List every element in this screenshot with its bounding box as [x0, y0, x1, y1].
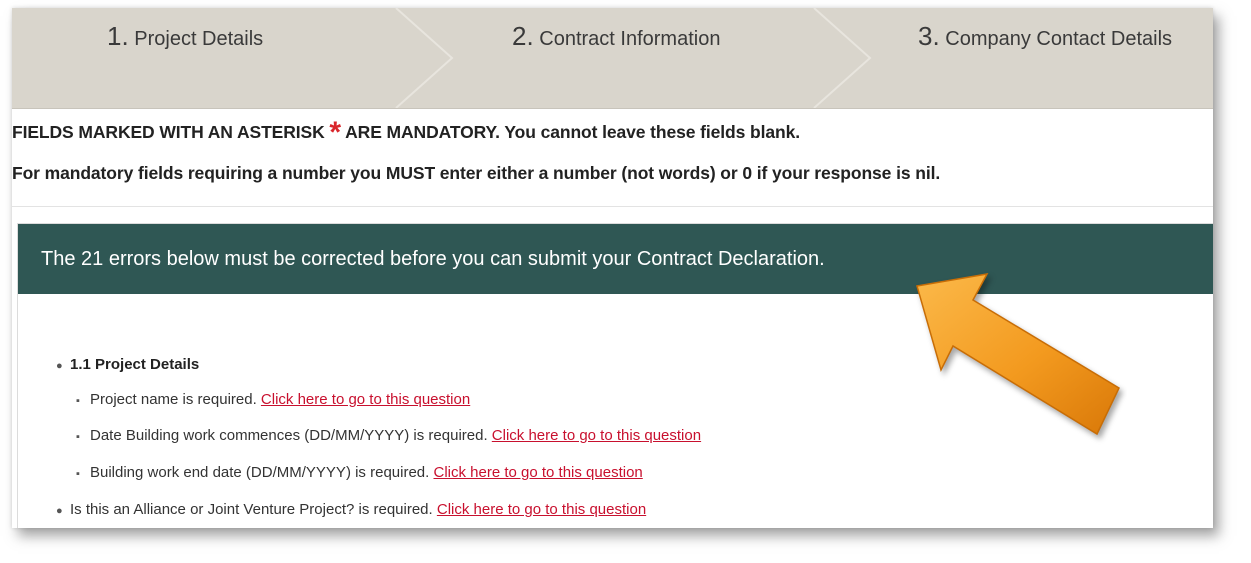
- bullet-icon: ●: [56, 505, 63, 517]
- bullet-icon: ▪: [76, 395, 80, 407]
- step-number: 1.: [107, 21, 129, 51]
- error-text: Date Building work commences (DD/MM/YYYY…: [90, 427, 488, 444]
- error-group-title: 1.1 Project Details: [70, 356, 200, 373]
- error-text: Is this an Alliance or Joint Venture Pro…: [70, 501, 433, 518]
- bullet-icon: ●: [56, 360, 63, 372]
- bullet-icon: ▪: [76, 431, 80, 443]
- step-number: 3.: [918, 21, 940, 51]
- step-company-contact-details[interactable]: 3. Company Contact Details: [918, 18, 1172, 54]
- asterisk-icon: *: [329, 116, 341, 149]
- step-number: 2.: [512, 21, 534, 51]
- step-label: Project Details: [134, 28, 264, 50]
- go-to-question-link[interactable]: Click here to go to this question: [433, 464, 642, 481]
- error-item: ▪ Building work end date (DD/MM/YYYY) is …: [76, 464, 643, 481]
- screenshot-frame: 1. Project Details 2. Contract Informati…: [12, 8, 1213, 528]
- error-group: ● 1.1 Project Details: [56, 356, 199, 373]
- error-item: ● Is this an Alliance or Joint Venture Pr…: [56, 501, 646, 518]
- step-separator: [813, 8, 872, 108]
- notice-suffix: ARE MANDATORY. You cannot leave these fi…: [345, 122, 800, 142]
- step-contract-information[interactable]: 2. Contract Information: [512, 18, 720, 54]
- error-text: Building work end date (DD/MM/YYYY) is r…: [90, 464, 430, 481]
- step-project-details[interactable]: 1. Project Details: [107, 18, 263, 54]
- error-text: Project name is required.: [90, 391, 257, 408]
- number-notice: For mandatory fields requiring a number …: [12, 163, 941, 183]
- step-label: Contract Information: [539, 28, 721, 50]
- error-item: ▪ Date Building work commences (DD/MM/YYY…: [76, 427, 701, 444]
- error-item: ▪ Project name is required. Click here to…: [76, 391, 470, 408]
- orange-arrow-icon: [916, 273, 1120, 436]
- go-to-question-link[interactable]: Click here to go to this question: [492, 427, 701, 444]
- divider: [12, 206, 1213, 207]
- progress-steps: 1. Project Details 2. Contract Informati…: [12, 8, 1213, 109]
- mandatory-notice: FIELDS MARKED WITH AN ASTERISK * ARE MAN…: [12, 118, 1213, 148]
- go-to-question-link[interactable]: Click here to go to this question: [261, 391, 470, 408]
- notice-prefix: FIELDS MARKED WITH AN ASTERISK: [12, 122, 325, 142]
- step-separator: [395, 8, 454, 108]
- bullet-icon: ▪: [76, 468, 80, 480]
- go-to-question-link[interactable]: Click here to go to this question: [437, 501, 646, 518]
- step-label: Company Contact Details: [945, 28, 1173, 50]
